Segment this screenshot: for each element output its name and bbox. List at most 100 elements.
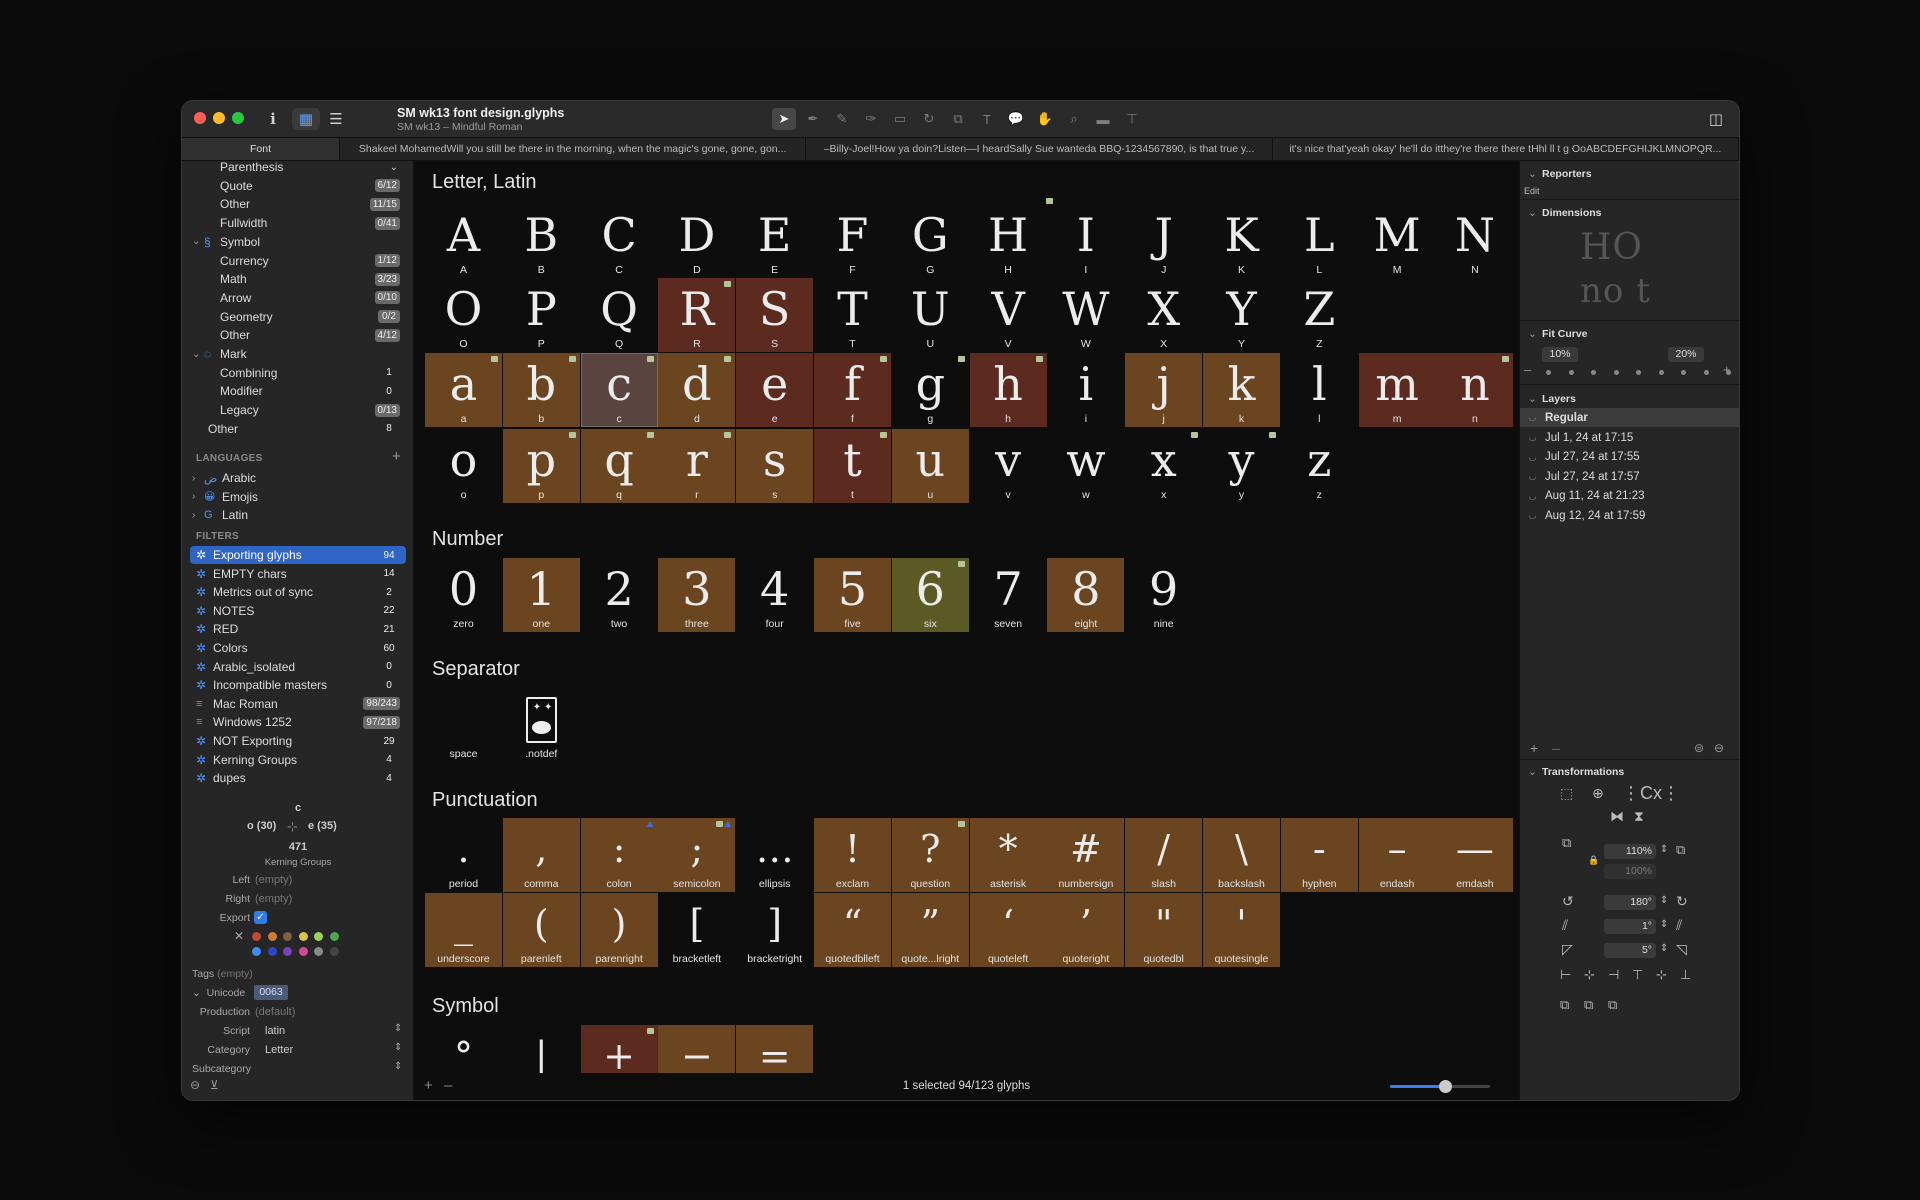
minimize-window-button[interactable] — [213, 112, 225, 124]
options-icon[interactable]: ⊖ — [190, 1078, 200, 1092]
sidebar-item-category[interactable]: Other 8 — [182, 420, 413, 438]
glyph-cell[interactable]: QQ — [581, 278, 658, 352]
align-center-h-icon[interactable]: ⊹ — [1584, 967, 1595, 983]
glyph-cell[interactable]: / slash — [1125, 818, 1203, 892]
grid-view-icon[interactable]: ▦ — [292, 108, 320, 130]
disclosure-chevron-icon[interactable]: ⌄ — [192, 349, 200, 360]
disclosure-chevron-icon[interactable]: › — [192, 510, 195, 521]
text-tool-icon[interactable]: T — [975, 108, 999, 130]
slant-y-field[interactable]: 5° — [1604, 943, 1656, 958]
glyph-cell[interactable]: ss — [736, 429, 814, 503]
zoom-slider-knob[interactable] — [1439, 1080, 1452, 1093]
glyph-cell[interactable]: 1 one — [502, 558, 580, 632]
sidebar-item-category[interactable]: ⌄ § Symbol — [182, 233, 413, 251]
glyph-cell[interactable]: # numbersign — [1047, 818, 1125, 892]
align-bottom-icon[interactable]: ⊥ — [1680, 967, 1691, 983]
skew-right-icon[interactable]: ◹ — [1676, 941, 1687, 958]
glyph-cell[interactable]: RR — [658, 278, 736, 352]
fit-curve-header[interactable]: ⌄ Fit Curve — [1528, 328, 1588, 340]
fit-curve-min-field[interactable]: 10% — [1542, 347, 1578, 362]
rotate-field[interactable]: 180° — [1604, 895, 1656, 910]
glyph-cell[interactable]: PP — [503, 278, 580, 352]
glyph-cell[interactable]: . period — [425, 818, 502, 892]
remove-layer-button[interactable]: – — [1552, 740, 1560, 756]
right-sidebearing[interactable]: e (35) — [308, 820, 337, 832]
color-swatch[interactable] — [252, 947, 261, 956]
align-right-icon[interactable]: ⊣ — [1608, 967, 1619, 983]
slant-x-stepper-icon[interactable]: ⇕ — [1660, 919, 1668, 930]
close-window-button[interactable] — [194, 112, 206, 124]
sidebar-item-category[interactable]: Other 11/15 — [182, 195, 413, 213]
tab-font[interactable]: Font — [182, 138, 340, 160]
apply-scale-icon[interactable]: ⧉ — [1676, 842, 1685, 858]
glyph-cell[interactable]: vv — [970, 429, 1047, 503]
production-field[interactable]: (default) — [255, 1006, 295, 1018]
subcategory-stepper-icon[interactable]: ⇕ — [394, 1061, 402, 1072]
glyph-cell[interactable]: oo — [425, 429, 502, 503]
rotate-stepper-icon[interactable]: ⇕ — [1660, 895, 1668, 906]
glyph-cell[interactable]: ) parenright — [580, 893, 658, 967]
sidebar-item-filter[interactable]: ✲ Arabic_isolated 0 — [190, 658, 406, 676]
glyph-cell[interactable]: " quotedbl — [1125, 893, 1203, 967]
sidebar-item-filter[interactable]: ≡ Windows 1252 97/218 — [190, 713, 406, 731]
sidebar-item-filter[interactable]: ✲ Kerning Groups 4 — [190, 751, 406, 769]
glyph-cell[interactable]: bb — [502, 353, 580, 427]
sidebar-item-filter[interactable]: ✲ Exporting glyphs 94 — [190, 546, 406, 564]
eye-icon[interactable]: ◡ — [1520, 412, 1545, 423]
unicode-field[interactable]: 0063 — [254, 985, 288, 1000]
glyph-cell[interactable]: XX — [1125, 278, 1202, 352]
glyph-cell[interactable]: 5 five — [814, 558, 891, 632]
glyph-cell[interactable]: JJ — [1125, 204, 1202, 278]
glyph-cell[interactable]: 0 zero — [425, 558, 502, 632]
glyph-cell[interactable]: 4 four — [736, 558, 813, 632]
sidebar-item-category[interactable]: ⌄ ◌ Mark — [182, 345, 413, 363]
fit-curve-step[interactable] — [1591, 370, 1596, 375]
glyph-cell[interactable]: gg — [892, 353, 969, 427]
sidebar-item-filter[interactable]: ≡ Mac Roman 98/243 — [190, 695, 406, 713]
glyph-cell[interactable]: 8 eight — [1047, 558, 1125, 632]
zoom-tool-icon[interactable]: ⌕ — [1062, 108, 1086, 130]
glyph-cell[interactable]: yy — [1203, 429, 1280, 503]
glyph-cell[interactable]: ‘ quoteleft — [969, 893, 1047, 967]
script-select[interactable]: latin — [265, 1025, 285, 1037]
color-swatch[interactable] — [298, 932, 308, 941]
glyph-cell[interactable]: EE — [736, 204, 813, 278]
glyph-width[interactable]: 471 — [182, 841, 413, 853]
tab-text-2[interactable]: –Billy-Joel!How ya doin?Listen—I heardSa… — [806, 138, 1273, 160]
fit-curve-step[interactable] — [1613, 370, 1619, 375]
scale-stepper-icon[interactable]: ⇕ — [1660, 844, 1668, 855]
tab-text-1[interactable]: Shakeel MohamedWill you still be there i… — [340, 138, 807, 160]
rotate-tool-icon[interactable]: ↻ — [917, 108, 941, 130]
sidebar-item-filter[interactable]: ✲ Metrics out of sync 2 — [190, 583, 406, 601]
layer-master-regular[interactable]: ◡ Regular — [1520, 408, 1739, 427]
script-stepper-icon[interactable]: ⇕ — [394, 1023, 402, 1034]
glyph-cell[interactable]: MM — [1359, 204, 1436, 278]
glyph-cell[interactable]: LL — [1281, 204, 1358, 278]
glyph-cell[interactable]: ] bracketright — [736, 893, 813, 967]
color-swatch[interactable] — [329, 947, 339, 956]
eye-icon[interactable]: ◡ — [1520, 471, 1545, 482]
layer-item[interactable]: ◡ Jul 27, 24 at 17:55 — [1520, 448, 1739, 467]
sidebar-item-category[interactable]: Combining 1 — [182, 364, 413, 382]
glyph-cell[interactable]: OO — [425, 278, 502, 352]
transform-origin-center-icon[interactable]: ⊕ — [1592, 785, 1604, 802]
layer-item[interactable]: ◡ Jul 1, 24 at 17:15 — [1520, 428, 1739, 447]
glyph-cell[interactable]: NN — [1436, 204, 1513, 278]
glyph-cell[interactable]: ' quotesingle — [1203, 893, 1280, 967]
transform-origin-bbox-icon[interactable]: ⬚ — [1560, 785, 1573, 802]
sidebar-item-filter[interactable]: ✲ RED 21 — [190, 620, 406, 638]
align-center-v-icon[interactable]: ⊹ — [1656, 967, 1667, 983]
transformations-header[interactable]: ⌄ Transformations — [1528, 766, 1624, 778]
glyph-cell[interactable]: ee — [736, 353, 814, 427]
glyph-cell[interactable]: WW — [1047, 278, 1124, 352]
glyph-cell[interactable]: - hyphen — [1280, 818, 1358, 892]
boolean-union-icon[interactable]: ⧉ — [1560, 997, 1569, 1013]
glyph-cell[interactable]: qq — [580, 429, 658, 503]
glyph-cell[interactable]: _ underscore — [425, 893, 502, 967]
sidebar-toggle-icon[interactable]: ◫ — [1705, 108, 1727, 130]
glyph-cell[interactable]: CC — [581, 204, 658, 278]
edit-reporters-link[interactable]: Edit — [1524, 186, 1540, 196]
glyph-cell[interactable]: – endash — [1358, 818, 1436, 892]
annotation-tool-icon[interactable]: 💬 — [1004, 108, 1028, 130]
category-select[interactable]: Letter — [265, 1044, 293, 1056]
